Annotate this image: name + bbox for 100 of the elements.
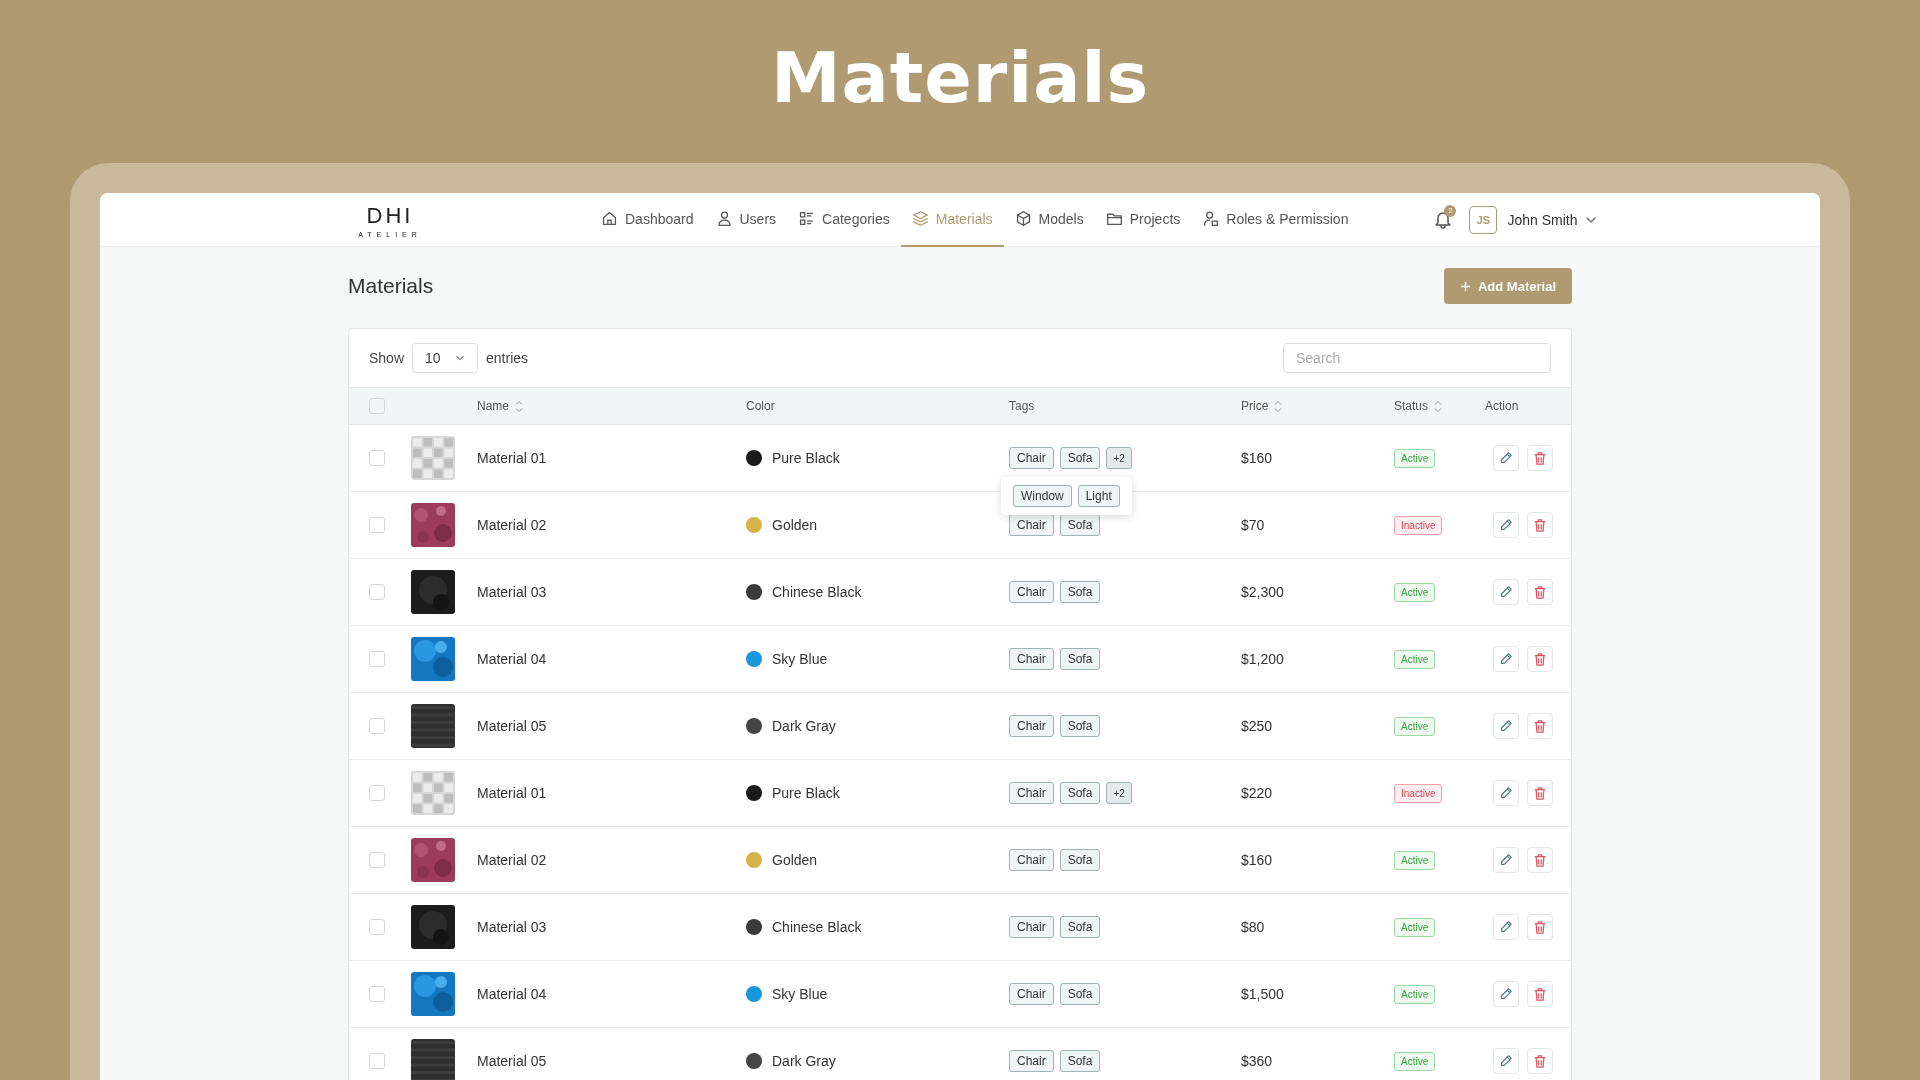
- trash-icon: [1533, 785, 1547, 801]
- color-name: Pure Black: [772, 450, 840, 466]
- row-checkbox[interactable]: [369, 718, 385, 734]
- pencil-icon: [1499, 786, 1513, 800]
- chevron-down-icon: [455, 353, 466, 363]
- row-checkbox[interactable]: [369, 785, 385, 801]
- banner-title: Materials: [770, 36, 1150, 121]
- delete-button[interactable]: [1527, 713, 1553, 739]
- edit-button[interactable]: [1493, 780, 1519, 806]
- more-tags-button[interactable]: +2: [1106, 447, 1132, 469]
- edit-button[interactable]: [1493, 579, 1519, 605]
- delete-button[interactable]: [1527, 445, 1553, 471]
- color-name: Dark Gray: [772, 718, 836, 734]
- nav-tab[interactable]: Models: [1003, 193, 1095, 247]
- tag: Sofa: [1059, 715, 1101, 737]
- nav-tab[interactable]: Users: [704, 193, 788, 247]
- column-header[interactable]: Status: [1394, 399, 1443, 413]
- status-badge: Inactive: [1394, 515, 1443, 535]
- edit-button[interactable]: [1493, 1048, 1519, 1074]
- trash-icon: [1533, 986, 1547, 1002]
- delete-button[interactable]: [1527, 981, 1553, 1007]
- color-name: Golden: [772, 517, 818, 533]
- tag: Sofa: [1059, 849, 1101, 871]
- price: $1,200: [1241, 651, 1285, 667]
- delete-button[interactable]: [1527, 512, 1553, 538]
- edit-button[interactable]: [1493, 981, 1519, 1007]
- trash-icon: [1533, 919, 1547, 935]
- row-checkbox[interactable]: [369, 651, 385, 667]
- edit-button[interactable]: [1493, 914, 1519, 940]
- edit-button[interactable]: [1493, 713, 1519, 739]
- edit-button[interactable]: [1493, 847, 1519, 873]
- status-badge: Active: [1394, 716, 1436, 736]
- row-checkbox[interactable]: [369, 986, 385, 1002]
- column-header: Color: [746, 399, 775, 413]
- material-name: Material 03: [477, 919, 548, 935]
- material-name: Material 02: [477, 852, 548, 868]
- more-tags-button[interactable]: +2: [1106, 782, 1132, 804]
- tag: Light: [1077, 485, 1120, 507]
- delete-button[interactable]: [1527, 780, 1553, 806]
- row-checkbox[interactable]: [369, 852, 385, 868]
- tag: Window: [1013, 485, 1072, 507]
- entries-dropdown[interactable]: 10: [412, 343, 479, 373]
- user-name[interactable]: John Smith: [1507, 211, 1578, 228]
- delete-button[interactable]: [1527, 847, 1553, 873]
- page-title: Materials: [348, 274, 434, 298]
- edit-button[interactable]: [1493, 646, 1519, 672]
- cube-icon: [1014, 210, 1032, 227]
- nav-tab[interactable]: Dashboard: [590, 193, 705, 247]
- tag: Sofa: [1059, 1050, 1101, 1072]
- select-all-checkbox[interactable]: [369, 398, 385, 414]
- row-checkbox[interactable]: [369, 1053, 385, 1069]
- status-badge: Active: [1394, 448, 1436, 468]
- row-checkbox[interactable]: [369, 584, 385, 600]
- tag: Chair: [1009, 1050, 1054, 1072]
- price: $160: [1241, 852, 1274, 868]
- show-label: Show: [369, 350, 405, 366]
- delete-button[interactable]: [1527, 1048, 1553, 1074]
- trash-icon: [1533, 517, 1547, 533]
- color-name: Sky Blue: [772, 651, 828, 667]
- trash-icon: [1533, 1053, 1547, 1069]
- delete-button[interactable]: [1527, 646, 1553, 672]
- edit-button[interactable]: [1493, 512, 1519, 538]
- price: $220: [1241, 785, 1274, 801]
- edit-button[interactable]: [1493, 445, 1519, 471]
- pencil-icon: [1499, 1054, 1513, 1068]
- material-name: Material 02: [477, 517, 548, 533]
- nav-tab[interactable]: Roles & Permission: [1191, 193, 1360, 247]
- delete-button[interactable]: [1527, 579, 1553, 605]
- pencil-icon: [1499, 652, 1513, 666]
- material-name: Material 05: [477, 718, 548, 734]
- tag: Sofa: [1059, 447, 1101, 469]
- price: $2,300: [1241, 584, 1285, 600]
- delete-button[interactable]: [1527, 914, 1553, 940]
- plus-icon: [1460, 280, 1471, 292]
- material-name: Material 01: [477, 785, 548, 801]
- row-checkbox[interactable]: [369, 517, 385, 533]
- status-badge: Inactive: [1394, 783, 1443, 803]
- tag: Sofa: [1059, 648, 1101, 670]
- tag: Chair: [1009, 447, 1054, 469]
- tag: Chair: [1009, 715, 1054, 737]
- color-name: Chinese Black: [772, 919, 862, 935]
- person-icon: [715, 210, 733, 227]
- status-badge: Active: [1394, 649, 1436, 669]
- nav-tab[interactable]: Categories: [787, 193, 901, 247]
- tag: Chair: [1009, 581, 1054, 603]
- house-icon: [601, 210, 618, 227]
- row-checkbox[interactable]: [369, 919, 385, 935]
- material-name: Material 04: [477, 651, 548, 667]
- logo-text: DHI: [366, 205, 414, 227]
- material-name: Material 04: [477, 986, 548, 1002]
- price: $360: [1241, 1053, 1274, 1069]
- trash-icon: [1533, 651, 1547, 667]
- column-header[interactable]: Price: [1241, 399, 1283, 413]
- color-name: Pure Black: [772, 785, 840, 801]
- status-badge: Active: [1394, 917, 1436, 937]
- search-field[interactable]: Search: [1283, 343, 1551, 373]
- nav-tab[interactable]: Projects: [1094, 193, 1192, 247]
- row-checkbox[interactable]: [369, 450, 385, 466]
- pencil-icon: [1499, 451, 1513, 465]
- column-header[interactable]: Name: [477, 399, 523, 413]
